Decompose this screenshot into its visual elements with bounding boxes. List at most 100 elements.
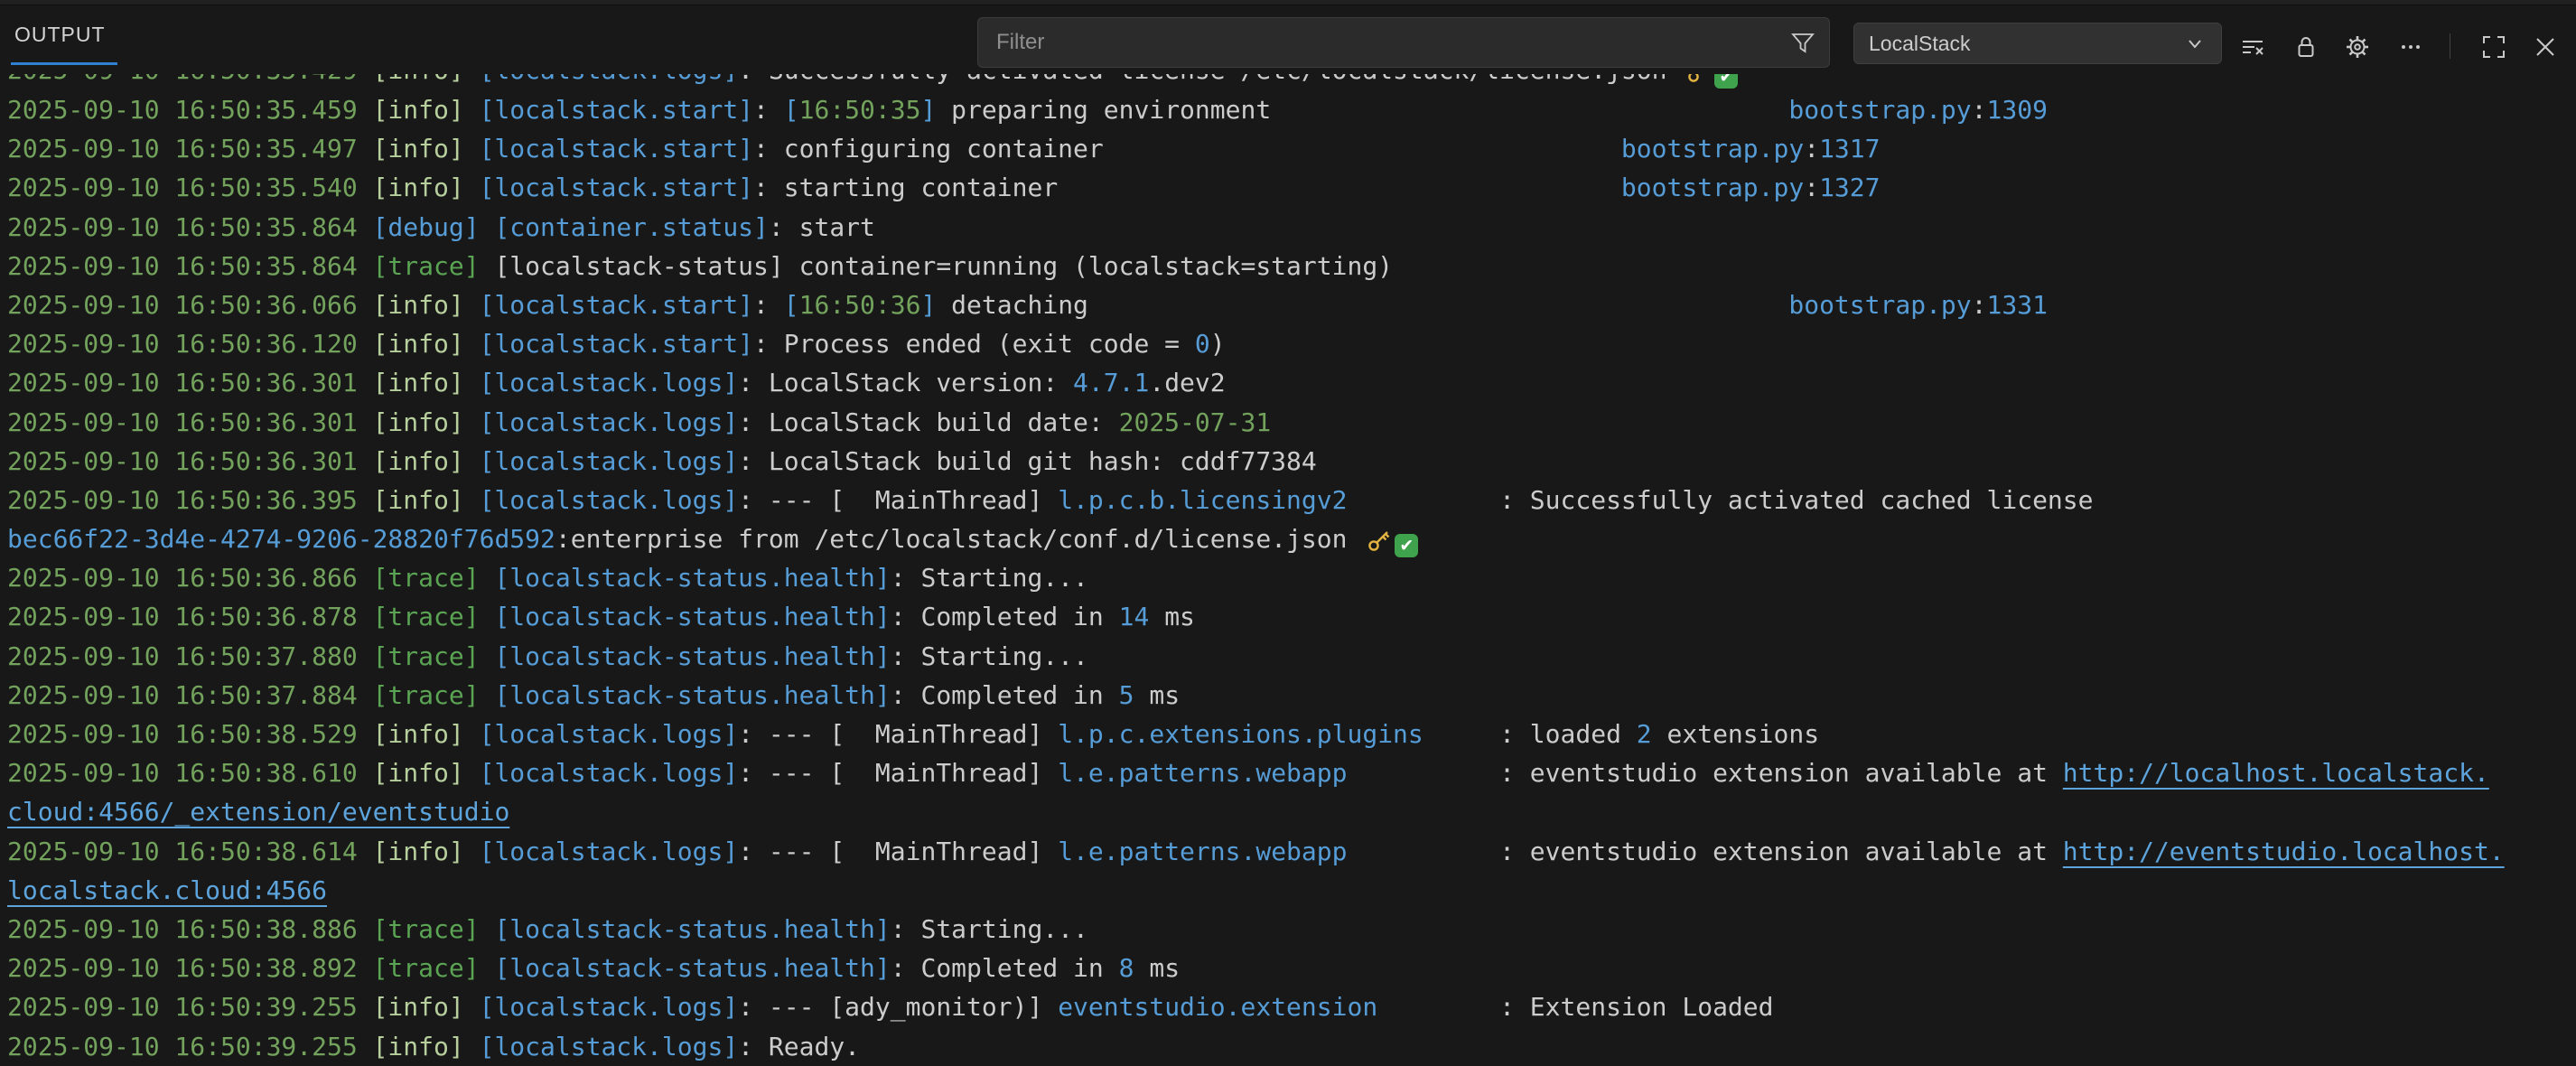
log-segment <box>480 602 495 631</box>
log-line: 2025-09-10 16:50:36.301 [info] [localsta… <box>0 442 2576 481</box>
log-segment: 0 <box>1195 329 1210 359</box>
log-segment <box>464 368 480 397</box>
log-segment <box>464 173 480 202</box>
log-segment: [debug] <box>373 212 480 242</box>
log-segment: : Completed in <box>891 680 1119 710</box>
log-line: 2025-09-10 16:50:35.864 [trace] [localst… <box>0 247 2576 285</box>
log-segment <box>464 74 480 85</box>
log-segment: [info] <box>373 74 464 85</box>
log-line: 2025-09-10 16:50:35.540 [info] [localsta… <box>0 168 2576 207</box>
log-segment: 2025-09-10 16:50:38.614 <box>7 837 373 866</box>
log-segment: l.p.c.b.licensingv2 <box>1058 485 1347 515</box>
log-segment: 2025-09-10 16:50:36.066 <box>7 290 373 320</box>
log-link[interactable]: localstack.cloud:4566 <box>7 875 327 905</box>
filter-input[interactable] <box>978 30 1789 55</box>
log-segment: : <box>1804 173 1819 202</box>
log-link[interactable]: http://eventstudio.localhost. <box>2063 837 2505 866</box>
key-emoji <box>1687 74 1711 83</box>
lock-auto-scroll-icon[interactable] <box>2291 32 2321 62</box>
log-segment: : start <box>769 212 875 242</box>
log-segment: [info] <box>373 719 464 749</box>
log-line: 2025-09-10 16:50:38.610 [info] [localsta… <box>0 753 2576 792</box>
log-segment: [info] <box>373 290 464 320</box>
channel-dropdown[interactable]: LocalStack <box>1853 23 2222 64</box>
log-segment: : LocalStack build date: <box>738 407 1118 437</box>
log-segment: 4.7.1 <box>1073 368 1149 397</box>
log-segment: [info] <box>373 407 464 437</box>
log-segment: [info] <box>373 173 464 202</box>
log-segment: [localstack.start] <box>480 173 753 202</box>
log-segment: 2025-09-10 16:50:36.866 <box>7 563 373 593</box>
log-segment: : Process ended (exit code = <box>753 329 1195 359</box>
log-segment: ) <box>1210 329 1226 359</box>
log-line: 2025-09-10 16:50:36.866 [trace] [localst… <box>0 558 2576 597</box>
log-segment: bootstrap.py <box>1788 290 1971 320</box>
log-segment <box>464 719 480 749</box>
log-line: 2025-09-10 16:50:36.120 [info] [localsta… <box>0 324 2576 363</box>
clear-output-icon[interactable] <box>2237 32 2268 62</box>
log-segment: : LocalStack build git hash: cddf77384 <box>738 446 1317 476</box>
log-link[interactable]: http://localhost.localstack. <box>2063 758 2489 788</box>
log-segment: bec66f22-3d4e-4274-9206-28820f76d592 <box>7 524 555 554</box>
log-line: 2025-09-10 16:50:37.884 [trace] [localst… <box>0 676 2576 715</box>
log-line: 2025-09-10 16:50:36.301 [info] [localsta… <box>0 363 2576 402</box>
log-segment: : eventstudio extension available at <box>1499 837 2063 866</box>
log-segment: 14 <box>1119 602 1150 631</box>
log-segment: : <box>1804 134 1819 164</box>
filter-icon[interactable] <box>1789 29 1816 56</box>
log-segment: : loaded <box>1499 719 1637 749</box>
log-line: 2025-09-10 16:50:35.864 [debug] [contain… <box>0 208 2576 247</box>
log-segment: 2025-09-10 16:50:38.529 <box>7 719 373 749</box>
log-segment: 2025-09-10 16:50:35.459 <box>7 95 373 125</box>
log-segment: : Extension Loaded <box>1499 992 1773 1022</box>
log-segment: [ <box>784 95 799 125</box>
log-segment: 1309 <box>1987 95 2048 125</box>
log-segment: [localstack.logs] <box>480 74 739 85</box>
log-segment: [info] <box>373 368 464 397</box>
log-segment: : --- [ady_monitor)] <box>738 992 1058 1022</box>
log-line: 2025-09-10 16:50:36.066 [info] [localsta… <box>0 285 2576 324</box>
log-segment: :enterprise from /etc/localstack/conf.d/… <box>555 524 1362 554</box>
log-segment: [info] <box>373 446 464 476</box>
log-segment: 2025-09-10 16:50:36.395 <box>7 485 373 515</box>
chevron-down-icon <box>2183 32 2207 55</box>
log-segment: [trace] <box>373 914 480 944</box>
log-segment: [trace] <box>373 251 480 281</box>
log-line: 2025-09-10 16:50:39.255 [info] [localsta… <box>0 987 2576 1026</box>
log-segment <box>464 290 480 320</box>
log-segment: [localstack.start] <box>480 329 753 359</box>
log-segment: 2025-09-10 16:50:37.884 <box>7 680 373 710</box>
log-segment: .dev2 <box>1149 368 1225 397</box>
log-segment: 5 <box>1119 680 1134 710</box>
tab-active-underline <box>11 62 117 65</box>
log-segment: : starting container <box>753 173 1058 202</box>
log-segment: 2025-09-10 16:50:36.878 <box>7 602 373 631</box>
log-segment: [localstack.logs] <box>480 368 739 397</box>
close-panel-icon[interactable] <box>2530 32 2561 62</box>
log-line: 2025-09-10 16:50:38.614 [info] [localsta… <box>0 832 2576 871</box>
gear-icon[interactable] <box>2342 32 2373 62</box>
log-segment: [info] <box>373 758 464 788</box>
more-actions-icon[interactable] <box>2395 32 2426 62</box>
log-segment: 2025-09-10 16:50:38.610 <box>7 758 373 788</box>
log-segment: ms <box>1149 602 1195 631</box>
log-segment: [info] <box>373 992 464 1022</box>
log-link[interactable]: cloud:4566/_extension/eventstudio <box>7 797 509 827</box>
log-segment: 2025-09-10 16:50:36.301 <box>7 407 373 437</box>
log-line: 2025-09-10 16:50:35.497 [info] [localsta… <box>0 129 2576 168</box>
log-segment <box>480 212 495 242</box>
log-segment: ms <box>1134 680 1180 710</box>
log-output[interactable]: 2025-09-10 16:50:35.429 [info] [localsta… <box>0 74 2576 1066</box>
log-segment: : <box>1972 290 1987 320</box>
tab-output[interactable]: OUTPUT <box>14 23 106 47</box>
log-segment: 2025-09-10 16:50:35.864 <box>7 251 373 281</box>
log-segment: 16:50:35 <box>799 95 921 125</box>
log-segment: [trace] <box>373 680 480 710</box>
log-segment: 2025-09-10 16:50:36.301 <box>7 368 373 397</box>
log-segment: [info] <box>373 837 464 866</box>
log-segment: [localstack-status.health] <box>494 914 890 944</box>
log-segment: 8 <box>1119 953 1134 983</box>
log-segment <box>480 953 495 983</box>
log-segment: : Starting... <box>891 641 1088 671</box>
maximize-panel-icon[interactable] <box>2478 32 2509 62</box>
